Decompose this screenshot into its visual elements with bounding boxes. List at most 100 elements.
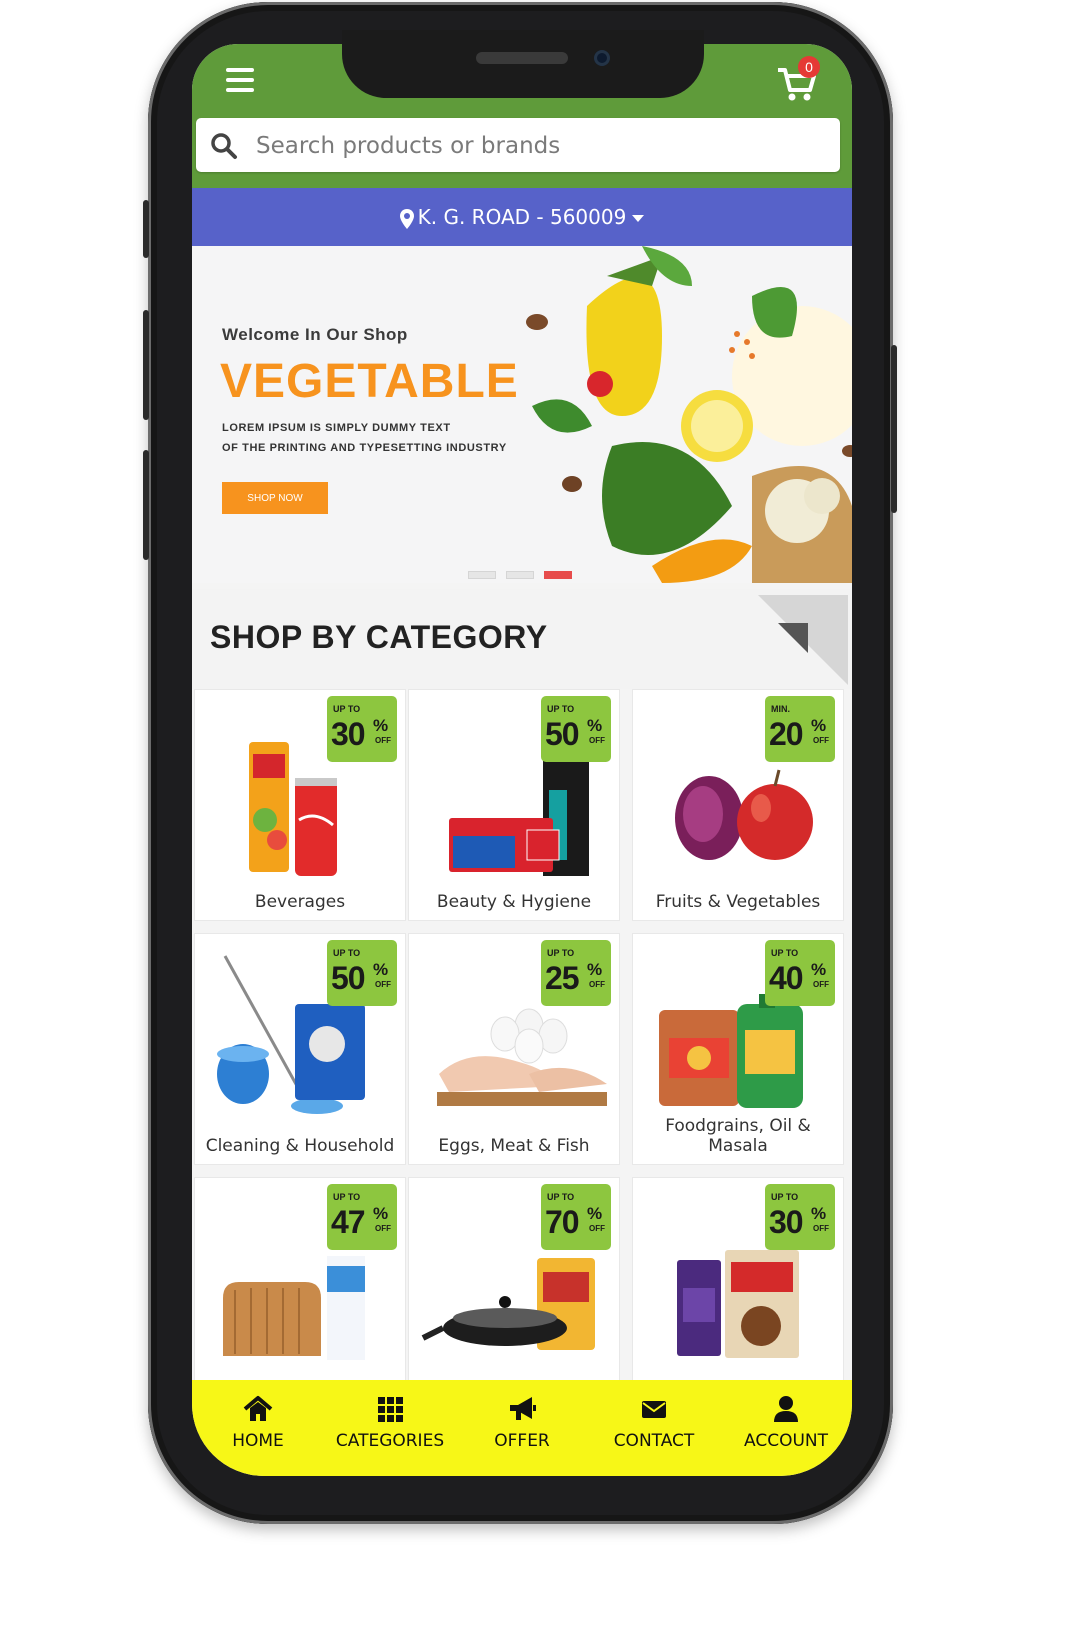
- category-label: Beverages: [254, 892, 346, 912]
- grid-icon: [378, 1397, 403, 1422]
- discount-value: 25: [545, 960, 580, 996]
- discount-suffix: OFF: [375, 980, 391, 989]
- menu-icon[interactable]: [226, 68, 254, 98]
- discount-tag: UP TO 30 % OFF: [765, 1184, 835, 1250]
- discount-tag: UP TO 50 % OFF: [327, 940, 397, 1006]
- nav-label: ACCOUNT: [744, 1431, 828, 1451]
- discount-prefix: UP TO: [333, 948, 361, 958]
- discount-prefix: UP TO: [547, 1192, 575, 1202]
- carousel-dot-2[interactable]: [506, 571, 534, 579]
- vegetables-image: [526, 246, 852, 583]
- category-label: Foodgrains, Oil & Masala: [665, 1116, 811, 1156]
- category-tile-beauty-hygiene[interactable]: UP TO 50 % OFF Beauty & Hygiene: [408, 689, 620, 921]
- phone-speaker: [476, 52, 568, 64]
- discount-prefix: UP TO: [333, 1192, 361, 1202]
- hero-text-line-2: OF THE PRINTING AND TYPESETTING INDUSTRY: [222, 442, 507, 454]
- phone-power-button: [891, 345, 897, 513]
- percent-sign: %: [373, 1204, 389, 1223]
- phone-notch: [342, 30, 704, 98]
- discount-value: 40: [769, 960, 804, 996]
- percent-sign: %: [373, 716, 389, 735]
- camera-icon: [594, 50, 610, 66]
- discount-prefix: UP TO: [333, 704, 361, 714]
- nav-label: HOME: [232, 1431, 284, 1451]
- carousel-indicators: [468, 566, 582, 583]
- nav-categories[interactable]: CATEGORIES: [324, 1394, 456, 1451]
- nav-offer[interactable]: OFFER: [456, 1394, 588, 1451]
- percent-sign: %: [587, 1204, 603, 1223]
- cart-count-badge: 0: [798, 56, 820, 78]
- discount-tag: UP TO 47 % OFF: [327, 1184, 397, 1250]
- discount-prefix: UP TO: [771, 948, 799, 958]
- phone-volume-down: [143, 450, 149, 560]
- phone-volume-up: [143, 310, 149, 420]
- discount-tag: UP TO 50 % OFF: [541, 696, 611, 762]
- discount-value: 30: [331, 716, 366, 752]
- discount-prefix: UP TO: [547, 948, 575, 958]
- chevron-down-icon: [632, 215, 645, 222]
- home-icon: [243, 1396, 273, 1421]
- category-tile-foodgrains-oil-masala[interactable]: UP TO 40 % OFF Foodgrains, Oil & Masala: [632, 933, 844, 1165]
- search-bar: [196, 118, 840, 172]
- search-icon: [211, 133, 237, 159]
- nav-label: CONTACT: [613, 1431, 695, 1451]
- category-tile-cleaning-household[interactable]: UP TO 50 % OFF Cleaning & Household: [194, 933, 406, 1165]
- discount-tag: UP TO 40 % OFF: [765, 940, 835, 1006]
- discount-tag: UP TO 30 % OFF: [327, 696, 397, 762]
- discount-tag: MIN. 20 % OFF: [765, 696, 835, 762]
- search-input[interactable]: [254, 126, 828, 166]
- discount-value: 50: [545, 716, 580, 752]
- discount-value: 30: [769, 1204, 804, 1240]
- nav-label: CATEGORIES: [335, 1431, 445, 1451]
- discount-prefix: MIN.: [771, 704, 790, 714]
- category-tile-eggs-meat-fish[interactable]: UP TO 25 % OFF Eggs, Meat & Fish: [408, 933, 620, 1165]
- discount-suffix: OFF: [589, 736, 605, 745]
- envelope-icon: [642, 1401, 666, 1418]
- category-tile-fruits-vegetables[interactable]: MIN. 20 % OFF Fruits & Vegetables: [632, 689, 844, 921]
- category-tile-kitchen-pet[interactable]: UP TO 70 % OFF: [408, 1177, 620, 1381]
- app-screen: 0 K. G. ROAD - 560009: [192, 44, 852, 1476]
- location-text: K. G. ROAD - 560009: [417, 205, 627, 229]
- location-pin-icon: [399, 208, 414, 229]
- discount-suffix: OFF: [375, 1224, 391, 1233]
- hero-welcome: Welcome In Our Shop: [222, 325, 408, 344]
- section-title: SHOP BY CATEGORY: [210, 619, 548, 655]
- location-selector[interactable]: K. G. ROAD - 560009: [192, 188, 852, 246]
- hero-text-line-1: LOREM IPSUM IS SIMPLY DUMMY TEXT: [222, 422, 451, 434]
- percent-sign: %: [811, 960, 827, 979]
- category-label: Cleaning & Household: [205, 1136, 395, 1156]
- corner-ribbon-icon: [758, 595, 848, 685]
- discount-tag: UP TO 70 % OFF: [541, 1184, 611, 1250]
- category-label: Fruits & Vegetables: [655, 892, 821, 912]
- discount-value: 47: [331, 1204, 366, 1240]
- category-label: Eggs, Meat & Fish: [438, 1136, 590, 1156]
- percent-sign: %: [587, 716, 603, 735]
- carousel-dot-3[interactable]: [544, 571, 572, 579]
- discount-suffix: OFF: [589, 1224, 605, 1233]
- category-tile-beverages[interactable]: UP TO 30 % OFF Beverages: [194, 689, 406, 921]
- carousel-dot-1[interactable]: [468, 571, 496, 579]
- category-label: Beauty & Hygiene: [436, 892, 592, 912]
- discount-suffix: OFF: [375, 736, 391, 745]
- nav-account[interactable]: ACCOUNT: [720, 1394, 852, 1451]
- nav-contact[interactable]: CONTACT: [588, 1394, 720, 1451]
- discount-prefix: UP TO: [547, 704, 575, 714]
- nav-label: OFFER: [494, 1431, 550, 1451]
- discount-value: 70: [545, 1204, 580, 1240]
- discount-suffix: OFF: [813, 1224, 829, 1233]
- phone-side-button: [143, 200, 149, 258]
- shop-now-button[interactable]: SHOP NOW: [222, 482, 328, 514]
- percent-sign: %: [811, 1204, 827, 1223]
- nav-home[interactable]: HOME: [192, 1394, 324, 1451]
- discount-value: 20: [769, 716, 804, 752]
- percent-sign: %: [811, 716, 827, 735]
- discount-suffix: OFF: [589, 980, 605, 989]
- bottom-navigation: HOME CATEGORIES OFFER CONTACT ACCOUNT: [192, 1380, 852, 1476]
- category-tile-bakery-dairy[interactable]: UP TO 47 % OFF: [194, 1177, 406, 1381]
- discount-suffix: OFF: [813, 736, 829, 745]
- megaphone-icon: [510, 1397, 536, 1420]
- discount-prefix: UP TO: [771, 1192, 799, 1202]
- percent-sign: %: [587, 960, 603, 979]
- category-tile-snacks-branded[interactable]: UP TO 30 % OFF: [632, 1177, 844, 1381]
- discount-suffix: OFF: [813, 980, 829, 989]
